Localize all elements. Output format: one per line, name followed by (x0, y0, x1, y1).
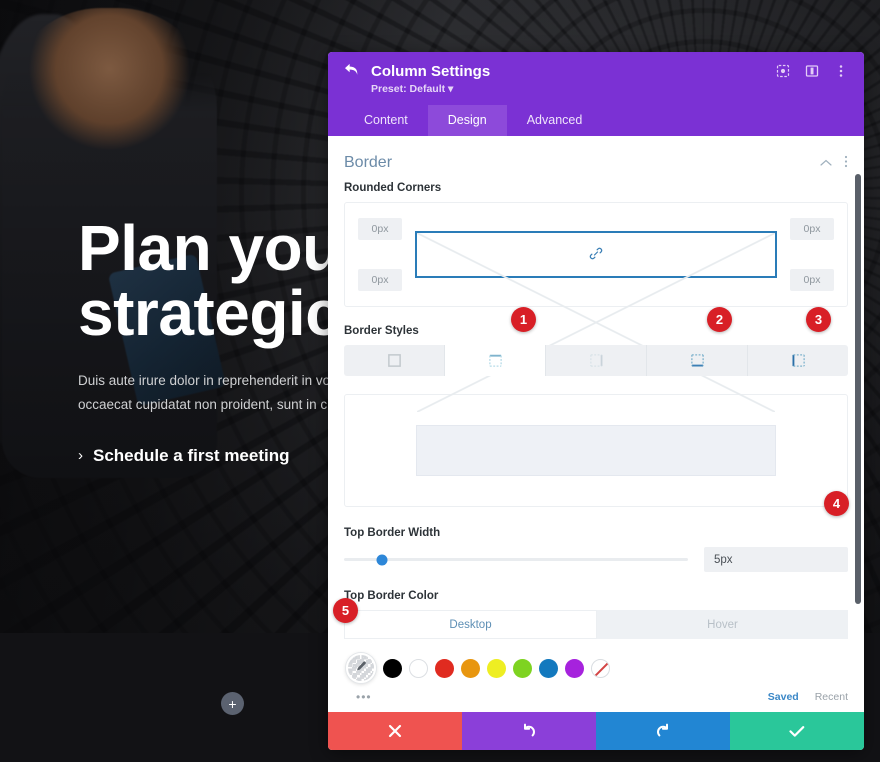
rounded-corners-label: Rounded Corners (344, 182, 442, 194)
chevron-up-icon[interactable] (820, 156, 832, 170)
border-style-right[interactable] (546, 345, 647, 376)
modal-title: Column Settings (371, 63, 491, 80)
eyedropper-icon (355, 661, 367, 676)
swatch-orange[interactable] (461, 658, 480, 678)
section-title-border: Border (344, 154, 393, 171)
preset-selector[interactable]: Preset: Default ▾ (371, 83, 848, 95)
tab-design[interactable]: Design (427, 105, 507, 136)
corner-preview-box (415, 231, 777, 412)
annotation-badge-3: 3 (806, 307, 831, 332)
swatch-black[interactable] (383, 658, 402, 678)
undo-button[interactable] (462, 712, 596, 750)
redo-icon (657, 723, 668, 737)
swatch-green[interactable] (513, 658, 532, 678)
close-icon (388, 724, 402, 738)
annotation-badge-1: 1 (511, 307, 536, 332)
preset-label: Preset: Default (371, 83, 446, 95)
color-swatch-row (344, 653, 848, 683)
custom-color-picker-icon[interactable] (346, 653, 376, 683)
slider-thumb[interactable] (376, 554, 388, 565)
link-icon[interactable] (584, 245, 608, 264)
top-border-color-label: Top Border Color (344, 590, 439, 602)
hero-cta-label: Schedule a first meeting (93, 445, 290, 465)
swatch-none[interactable] (591, 658, 610, 678)
tab-desktop[interactable]: Desktop (344, 610, 597, 639)
swatch-red[interactable] (435, 658, 454, 678)
color-state-tabs: Desktop Hover (344, 610, 848, 639)
color-meta-row: ••• Saved Recent (344, 690, 848, 704)
annotation-badge-5: 5 (333, 598, 358, 623)
tab-content[interactable]: Content (344, 105, 428, 136)
modal-tabs: Content Design Advanced (344, 105, 848, 136)
swatch-white[interactable] (409, 658, 428, 678)
annotation-badge-4: 4 (824, 491, 849, 516)
border-styles-group (344, 345, 848, 376)
save-button[interactable] (730, 712, 864, 750)
undo-icon (524, 723, 535, 737)
tab-hover[interactable]: Hover (597, 610, 848, 639)
more-options-icon[interactable] (833, 63, 848, 78)
preset-caret-icon: ▾ (448, 83, 454, 95)
split-view-icon[interactable] (804, 63, 819, 78)
corner-input-bottom-right[interactable]: 0px (790, 269, 834, 291)
tab-advanced[interactable]: Advanced (507, 105, 603, 136)
border-style-left[interactable] (748, 345, 848, 376)
recent-colors-tab[interactable]: Recent (815, 691, 848, 703)
rounded-corners-control[interactable]: 0px 0px 0px 0px (344, 202, 848, 412)
settings-scroll-area[interactable]: Border Rounded Corners 0px 0px 0px 0px B… (328, 136, 864, 712)
swatch-purple[interactable] (565, 658, 584, 678)
back-arrow-icon[interactable] (344, 63, 359, 81)
annotation-badge-2: 2 (707, 307, 732, 332)
top-border-width-label: Top Border Width (344, 527, 441, 539)
add-section-button[interactable]: + (221, 692, 244, 715)
swatch-yellow[interactable] (487, 658, 506, 678)
chevron-right-icon: › (78, 447, 83, 465)
top-border-width-input[interactable]: 5px (704, 547, 848, 572)
settings-scrollbar[interactable] (855, 174, 861, 604)
border-style-bottom[interactable] (647, 345, 748, 376)
border-style-top[interactable] (445, 345, 546, 376)
redo-button[interactable] (596, 712, 730, 750)
modal-footer (328, 712, 864, 750)
border-preview-element (416, 425, 776, 476)
corner-input-top-left[interactable]: 0px (358, 218, 402, 240)
column-settings-modal: Column Settings Preset: Default ▾ Conten… (328, 52, 864, 750)
saved-colors-tab[interactable]: Saved (768, 691, 799, 703)
color-more-options-icon[interactable]: ••• (356, 690, 372, 704)
corner-input-top-right[interactable]: 0px (790, 218, 834, 240)
modal-header-icons (775, 63, 848, 78)
top-border-width-control: 5px (344, 547, 848, 572)
modal-header: Column Settings Preset: Default ▾ Conten… (328, 52, 864, 136)
border-style-all[interactable] (344, 345, 445, 376)
check-icon (789, 725, 805, 737)
border-section-header[interactable]: Border (344, 136, 848, 182)
section-more-icon[interactable] (844, 155, 848, 171)
corner-input-bottom-left[interactable]: 0px (358, 269, 402, 291)
cancel-button[interactable] (328, 712, 462, 750)
swatch-blue[interactable] (539, 658, 558, 678)
modal-body: Border Rounded Corners 0px 0px 0px 0px B… (328, 136, 864, 712)
responsive-preview-icon[interactable] (775, 63, 790, 78)
top-border-width-slider[interactable] (344, 554, 688, 565)
